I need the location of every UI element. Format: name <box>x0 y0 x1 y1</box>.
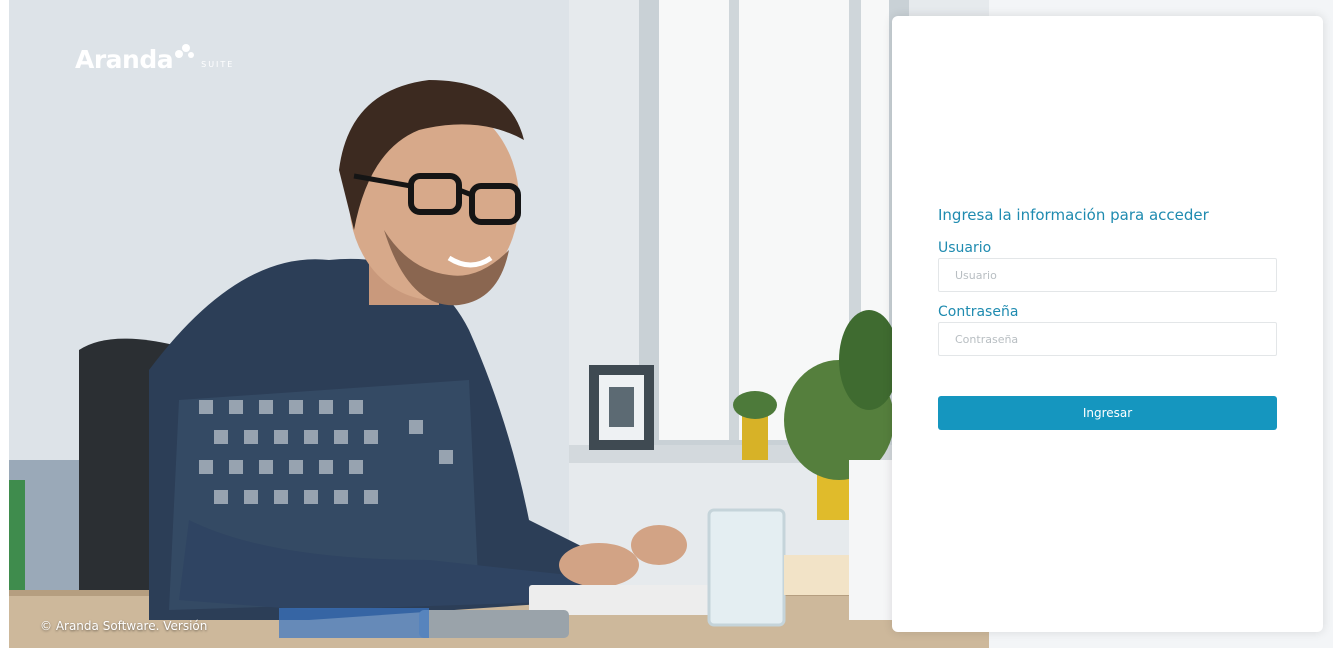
password-label: Contraseña <box>938 304 1019 320</box>
login-card: Ingresa la información para acceder Usua… <box>892 16 1323 632</box>
login-form: Ingresa la información para acceder Usua… <box>938 206 1277 430</box>
username-label: Usuario <box>938 240 992 256</box>
brand-sprout-icon <box>175 44 195 58</box>
password-input[interactable] <box>938 322 1277 356</box>
login-submit-button[interactable]: Ingresar <box>938 396 1277 430</box>
page-left-margin <box>0 0 9 648</box>
brand-logo: Aranda SUITE <box>75 40 234 72</box>
brand-name: Aranda <box>75 45 174 74</box>
copyright-text: © Aranda Software. Versión <box>40 619 208 633</box>
hero-illustration <box>9 0 989 648</box>
username-input[interactable] <box>938 258 1277 292</box>
login-heading: Ingresa la información para acceder <box>938 206 1209 224</box>
brand-suite-label: SUITE <box>201 60 235 69</box>
login-page: Aranda SUITE © Aranda Software. Versión … <box>0 0 1333 648</box>
hero-photo <box>9 0 989 648</box>
